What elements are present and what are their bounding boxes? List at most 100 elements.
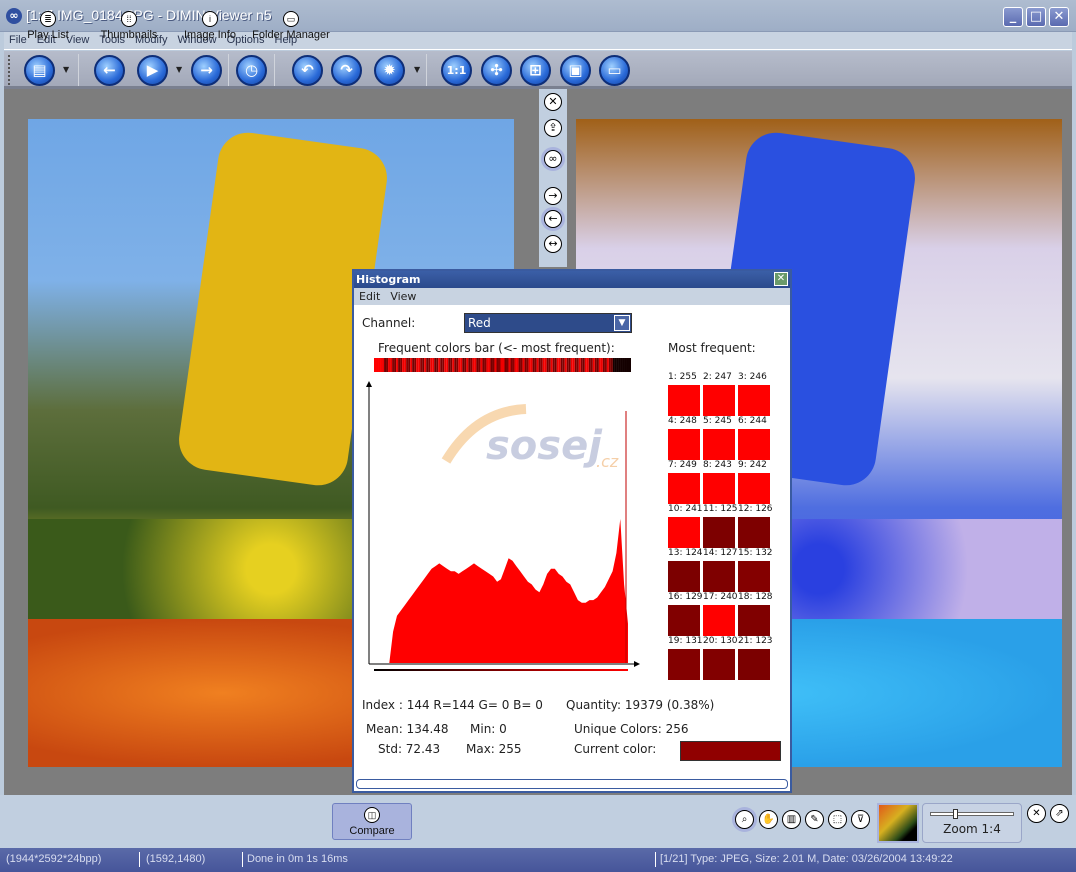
most-frequent-item[interactable]: 1: 255 <box>668 371 702 416</box>
freq-color-stripe <box>384 358 387 372</box>
open-folder-dropdown-icon[interactable]: ▼ <box>63 65 69 74</box>
tab-play-list[interactable]: ≣ Play List <box>22 8 74 45</box>
histogram-menu-view[interactable]: View <box>385 290 421 303</box>
zoom-tool-icon[interactable]: ⌕ <box>735 810 754 829</box>
next-compare-icon[interactable]: → <box>544 187 562 205</box>
most-frequent-item[interactable]: 8: 243 <box>703 459 737 504</box>
most-frequent-item[interactable]: 12: 126 <box>738 503 773 548</box>
tab-thumbnails[interactable]: ⁞⁞ Thumbnails <box>98 8 160 45</box>
channel-select[interactable]: Red ▼ <box>464 313 632 333</box>
zoom-slider[interactable] <box>930 812 1014 816</box>
export-icon[interactable]: ⇪ <box>544 119 562 137</box>
most-frequent-item[interactable]: 16: 129 <box>668 591 703 636</box>
next-icon[interactable]: → <box>191 55 222 86</box>
freq-color-stripe <box>376 358 379 372</box>
freq-color-stripe <box>508 358 511 372</box>
tab-image-info[interactable]: i Image Info <box>180 8 240 45</box>
histogram-area <box>370 518 628 663</box>
most-frequent-item[interactable]: 6: 244 <box>738 415 772 460</box>
watermark-suffix: .cz <box>596 452 619 471</box>
freq-color-stripe <box>390 358 393 372</box>
most-frequent-item[interactable]: 10: 241 <box>668 503 703 548</box>
fullscreen-icon[interactable]: ▣ <box>560 55 591 86</box>
most-frequent-item[interactable]: 7: 249 <box>668 459 702 504</box>
most-frequent-item[interactable]: 17: 240 <box>703 591 738 636</box>
freq-color-stripe <box>454 358 457 372</box>
monitor-icon[interactable]: ▭ <box>599 55 630 86</box>
max-readout: Max: 255 <box>466 742 522 756</box>
toolbar-divider <box>426 54 427 86</box>
fit-to-window-icon[interactable]: ✣ <box>481 55 512 86</box>
freq-color-stripe <box>510 358 513 372</box>
tab-folder-manager[interactable]: ▭ Folder Manager <box>250 8 332 45</box>
most-frequent-item[interactable]: 3: 246 <box>738 371 772 416</box>
most-frequent-item[interactable]: 2: 247 <box>703 371 737 416</box>
mean-readout: Mean: 134.48 <box>366 722 449 736</box>
previous-icon[interactable]: ← <box>94 55 125 86</box>
settings-dropdown-icon[interactable]: ▼ <box>414 65 420 74</box>
most-frequent-item[interactable]: 15: 132 <box>738 547 773 592</box>
most-frequent-item[interactable]: 11: 125 <box>703 503 738 548</box>
most-frequent-label: 17: 240 <box>703 592 738 602</box>
toolbar-grip[interactable] <box>8 55 11 85</box>
play-dropdown-icon[interactable]: ▼ <box>176 65 182 74</box>
most-frequent-item[interactable]: 9: 242 <box>738 459 772 504</box>
chevron-down-icon[interactable]: ▼ <box>614 315 630 331</box>
most-frequent-swatch <box>738 473 770 504</box>
actual-size-icon[interactable]: 1:1 <box>441 55 472 86</box>
swap-icon[interactable]: ↔ <box>544 235 562 253</box>
most-frequent-item[interactable]: 14: 127 <box>703 547 738 592</box>
freq-color-stripe <box>568 358 571 372</box>
fit-to-screen-icon[interactable]: ⊞ <box>520 55 551 86</box>
close-button[interactable]: ✕ <box>1049 7 1069 27</box>
maximize-button[interactable]: □ <box>1026 7 1046 27</box>
most-frequent-item[interactable]: 18: 128 <box>738 591 773 636</box>
most-frequent-swatch <box>703 561 735 592</box>
settings-icon[interactable]: ✹ <box>374 55 405 86</box>
playlist-icon: ≣ <box>40 11 56 27</box>
link-views-icon[interactable]: ∞ <box>544 150 562 168</box>
most-frequent-item[interactable]: 5: 245 <box>703 415 737 460</box>
freq-color-stripe <box>564 358 567 372</box>
histogram-tool-icon[interactable]: ▥ <box>782 810 801 829</box>
close-compare-icon[interactable]: ✕ <box>544 93 562 111</box>
thumbnails-icon: ⁞⁞ <box>121 11 137 27</box>
histogram-scrollbar[interactable] <box>356 779 788 789</box>
most-frequent-item[interactable]: 4: 248 <box>668 415 702 460</box>
freq-color-stripe <box>616 358 619 372</box>
freq-color-stripe <box>562 358 565 372</box>
freq-color-stripe <box>574 358 577 372</box>
status-bar: (1944*2592*24bpp) (1592,1480) Done in 0m… <box>0 848 1076 872</box>
tab-compare[interactable]: ◫ Compare <box>332 803 412 840</box>
most-frequent-item[interactable]: 19: 131 <box>668 635 703 680</box>
rotate-right-icon[interactable]: ↷ <box>331 55 362 86</box>
most-frequent-item[interactable]: 13: 124 <box>668 547 703 592</box>
histogram-close-icon[interactable]: ✕ <box>774 272 788 286</box>
freq-color-stripe <box>382 358 385 372</box>
play-icon[interactable]: ▶ <box>137 55 168 86</box>
navigator-thumbnail[interactable] <box>877 803 919 843</box>
most-frequent-label: 19: 131 <box>668 636 703 646</box>
histogram-menu-edit[interactable]: Edit <box>354 290 385 303</box>
minimize-button[interactable]: _ <box>1003 7 1023 27</box>
freq-color-stripe <box>394 358 397 372</box>
pan-tool-icon[interactable]: ✋ <box>759 810 778 829</box>
open-folder-icon[interactable]: ▤ <box>24 55 55 86</box>
zoom-slider-handle[interactable] <box>953 809 959 819</box>
lasso-tool-icon[interactable]: ⊽ <box>851 810 870 829</box>
close-panel-icon[interactable]: ✕ <box>1027 804 1046 823</box>
most-frequent-item[interactable]: 20: 130 <box>703 635 738 680</box>
freq-color-stripe <box>546 358 549 372</box>
most-frequent-label: 12: 126 <box>738 504 773 514</box>
most-frequent-label: 4: 248 <box>668 416 697 426</box>
select-tool-icon[interactable]: ⬚ <box>828 810 847 829</box>
menu-bar: File Edit View Tools Modify Window Options Help <box>4 32 1072 50</box>
color-picker-icon[interactable]: ✎ <box>805 810 824 829</box>
most-frequent-item[interactable]: 21: 123 <box>738 635 773 680</box>
histogram-title-bar[interactable]: Histogram <box>354 271 790 288</box>
rotate-left-icon[interactable]: ↶ <box>292 55 323 86</box>
index-readout: Index : 144 R=144 G= 0 B= 0 <box>362 698 543 712</box>
undock-icon[interactable]: ⇗ <box>1050 804 1069 823</box>
prev-compare-icon[interactable]: ← <box>544 210 562 228</box>
clock-icon[interactable]: ◷ <box>236 55 267 86</box>
